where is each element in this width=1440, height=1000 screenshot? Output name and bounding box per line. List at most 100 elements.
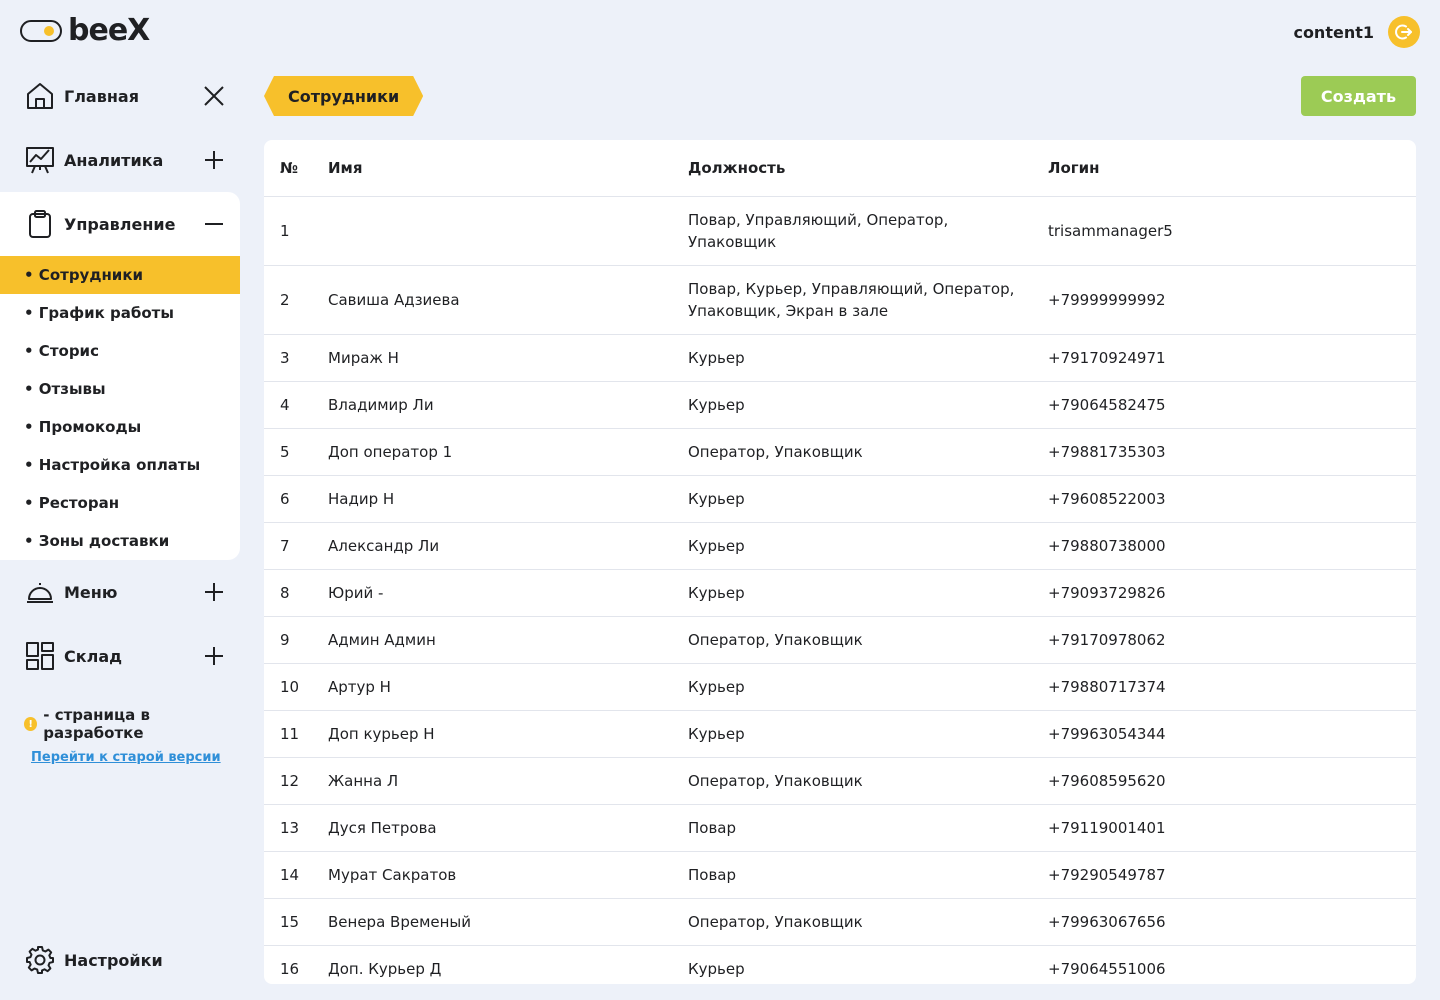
- cell-number: 13: [264, 804, 328, 852]
- old-version-link[interactable]: Перейти к старой версии: [31, 750, 244, 765]
- cell-number: 16: [264, 945, 328, 984]
- table-row[interactable]: 8 Юрий - Курьер +79093729826: [264, 569, 1416, 617]
- cell-name: Админ Админ: [328, 616, 688, 664]
- table-row[interactable]: 10 Артур Н Курьер +79880717374: [264, 663, 1416, 711]
- create-button[interactable]: Создать: [1301, 76, 1416, 116]
- cell-name: Мираж Н: [328, 334, 688, 382]
- close-icon[interactable]: [200, 82, 228, 110]
- table-row[interactable]: 1 Повар, Управляющий, Оператор, Упаковщик…: [264, 196, 1416, 266]
- column-header-name[interactable]: Имя: [328, 140, 688, 197]
- column-header-role[interactable]: Должность: [688, 140, 1048, 197]
- sidebar-subitem-reviews[interactable]: • Отзывы: [0, 370, 240, 408]
- logout-icon: [1395, 24, 1412, 40]
- minus-icon[interactable]: [200, 210, 228, 238]
- cell-number: 4: [264, 381, 328, 429]
- sidebar-item-analytics[interactable]: Аналитика: [0, 128, 240, 192]
- sidebar-item-home[interactable]: Главная: [0, 64, 240, 128]
- table-row[interactable]: 11 Доп курьер Н Курьер +79963054344: [264, 710, 1416, 758]
- cell-role: Оператор, Упаковщик: [688, 898, 1048, 946]
- cell-number: 8: [264, 569, 328, 617]
- sidebar-item-settings[interactable]: Настройки: [0, 928, 240, 992]
- cell-name: [328, 196, 688, 266]
- cell-login: +79170978062: [1048, 616, 1416, 664]
- user-name: content1: [1293, 22, 1374, 42]
- cell-login: +79963067656: [1048, 898, 1416, 946]
- cell-number: 15: [264, 898, 328, 946]
- sidebar-subitem-restaurant[interactable]: • Ресторан: [0, 484, 240, 522]
- cell-login: +79880738000: [1048, 522, 1416, 570]
- table-row[interactable]: 2 Савиша Адзиева Повар, Курьер, Управляющи…: [264, 265, 1416, 335]
- table-row[interactable]: 7 Александр Ли Курьер +79880738000: [264, 522, 1416, 570]
- info-dot-icon: !: [24, 717, 38, 731]
- sidebar: Главная Аналитика Управление • Сотрудник…: [0, 64, 240, 688]
- plus-icon[interactable]: [200, 642, 228, 670]
- gear-icon: [24, 944, 56, 976]
- cell-login: +79999999992: [1048, 265, 1416, 335]
- home-icon: [24, 80, 56, 112]
- column-header-login[interactable]: Логин: [1048, 140, 1416, 197]
- logo[interactable]: beeX: [20, 13, 150, 48]
- table-row[interactable]: 16 Доп. Курьер Д Курьер +79064551006: [264, 945, 1416, 984]
- table-row[interactable]: 3 Мираж Н Курьер +79170924971: [264, 334, 1416, 382]
- sidebar-item-warehouse[interactable]: Склад: [0, 624, 240, 688]
- sidebar-subitem-schedule[interactable]: • График работы: [0, 294, 240, 332]
- cell-role: Курьер: [688, 381, 1048, 429]
- cell-role: Курьер: [688, 475, 1048, 523]
- table-row[interactable]: 6 Надир Н Курьер +79608522003: [264, 475, 1416, 523]
- cell-number: 11: [264, 710, 328, 758]
- cell-role: Повар: [688, 851, 1048, 899]
- sidebar-settings: Настройки: [0, 928, 240, 992]
- cell-number: 12: [264, 757, 328, 805]
- cell-name: Доп курьер Н: [328, 710, 688, 758]
- sidebar-subitem-employees[interactable]: • Сотрудники: [0, 256, 240, 294]
- cell-login: trisammanager5: [1048, 196, 1416, 266]
- sidebar-item-label: Главная: [64, 86, 139, 106]
- cell-number: 9: [264, 616, 328, 664]
- user-area: content1: [1293, 16, 1420, 48]
- cell-number: 1: [264, 196, 328, 266]
- table-row[interactable]: 14 Мурат Сакратов Повар +79290549787: [264, 851, 1416, 899]
- cell-login: +79064582475: [1048, 381, 1416, 429]
- sidebar-subitem-promocodes[interactable]: • Промокоды: [0, 408, 240, 446]
- column-header-number[interactable]: №: [264, 140, 328, 197]
- cell-name: Савиша Адзиева: [328, 265, 688, 335]
- cell-login: +79880717374: [1048, 663, 1416, 711]
- sidebar-subitem-payment-settings[interactable]: • Настройка оплаты: [0, 446, 240, 484]
- cell-role: Курьер: [688, 710, 1048, 758]
- sidebar-group-management: Управление • Сотрудники • График работы …: [0, 192, 240, 560]
- cell-name: Александр Ли: [328, 522, 688, 570]
- table-row[interactable]: 13 Дуся Петрова Повар +79119001401: [264, 804, 1416, 852]
- cell-login: +79963054344: [1048, 710, 1416, 758]
- sidebar-item-label: Настройки: [64, 950, 163, 970]
- cell-role: Оператор, Упаковщик: [688, 428, 1048, 476]
- cell-name: Надир Н: [328, 475, 688, 523]
- dev-note: ! - страница в разработке Перейти к стар…: [24, 706, 244, 765]
- cell-role: Курьер: [688, 334, 1048, 382]
- cell-role: Курьер: [688, 663, 1048, 711]
- sidebar-item-menu[interactable]: Меню: [0, 560, 240, 624]
- cell-name: Юрий -: [328, 569, 688, 617]
- table-row[interactable]: 12 Жанна Л Оператор, Упаковщик +79608595620: [264, 757, 1416, 805]
- table-row[interactable]: 9 Админ Админ Оператор, Упаковщик +79170978…: [264, 616, 1416, 664]
- cell-number: 5: [264, 428, 328, 476]
- sidebar-subitem-stories[interactable]: • Сторис: [0, 332, 240, 370]
- table-row[interactable]: 4 Владимир Ли Курьер +79064582475: [264, 381, 1416, 429]
- table-row[interactable]: 5 Доп оператор 1 Оператор, Упаковщик +79881…: [264, 428, 1416, 476]
- plus-icon[interactable]: [200, 578, 228, 606]
- cell-role: Курьер: [688, 945, 1048, 984]
- plus-icon[interactable]: [200, 146, 228, 174]
- cell-login: +79064551006: [1048, 945, 1416, 984]
- table-row[interactable]: 15 Венера Временый Оператор, Упаковщик +799…: [264, 898, 1416, 946]
- sidebar-item-label: Меню: [64, 582, 118, 602]
- dev-note-text: - страница в разработке: [43, 706, 150, 742]
- cell-login: +79290549787: [1048, 851, 1416, 899]
- sidebar-item-management[interactable]: Управление: [0, 192, 240, 256]
- cell-login: +79119001401: [1048, 804, 1416, 852]
- cell-login: +79881735303: [1048, 428, 1416, 476]
- logout-button[interactable]: [1388, 16, 1420, 48]
- cell-name: Венера Временый: [328, 898, 688, 946]
- cell-role: Повар, Управляющий, Оператор, Упаковщик: [688, 196, 1048, 266]
- sidebar-subitem-delivery-zones[interactable]: • Зоны доставки: [0, 522, 240, 560]
- cell-number: 7: [264, 522, 328, 570]
- logo-text: beeX: [68, 13, 150, 48]
